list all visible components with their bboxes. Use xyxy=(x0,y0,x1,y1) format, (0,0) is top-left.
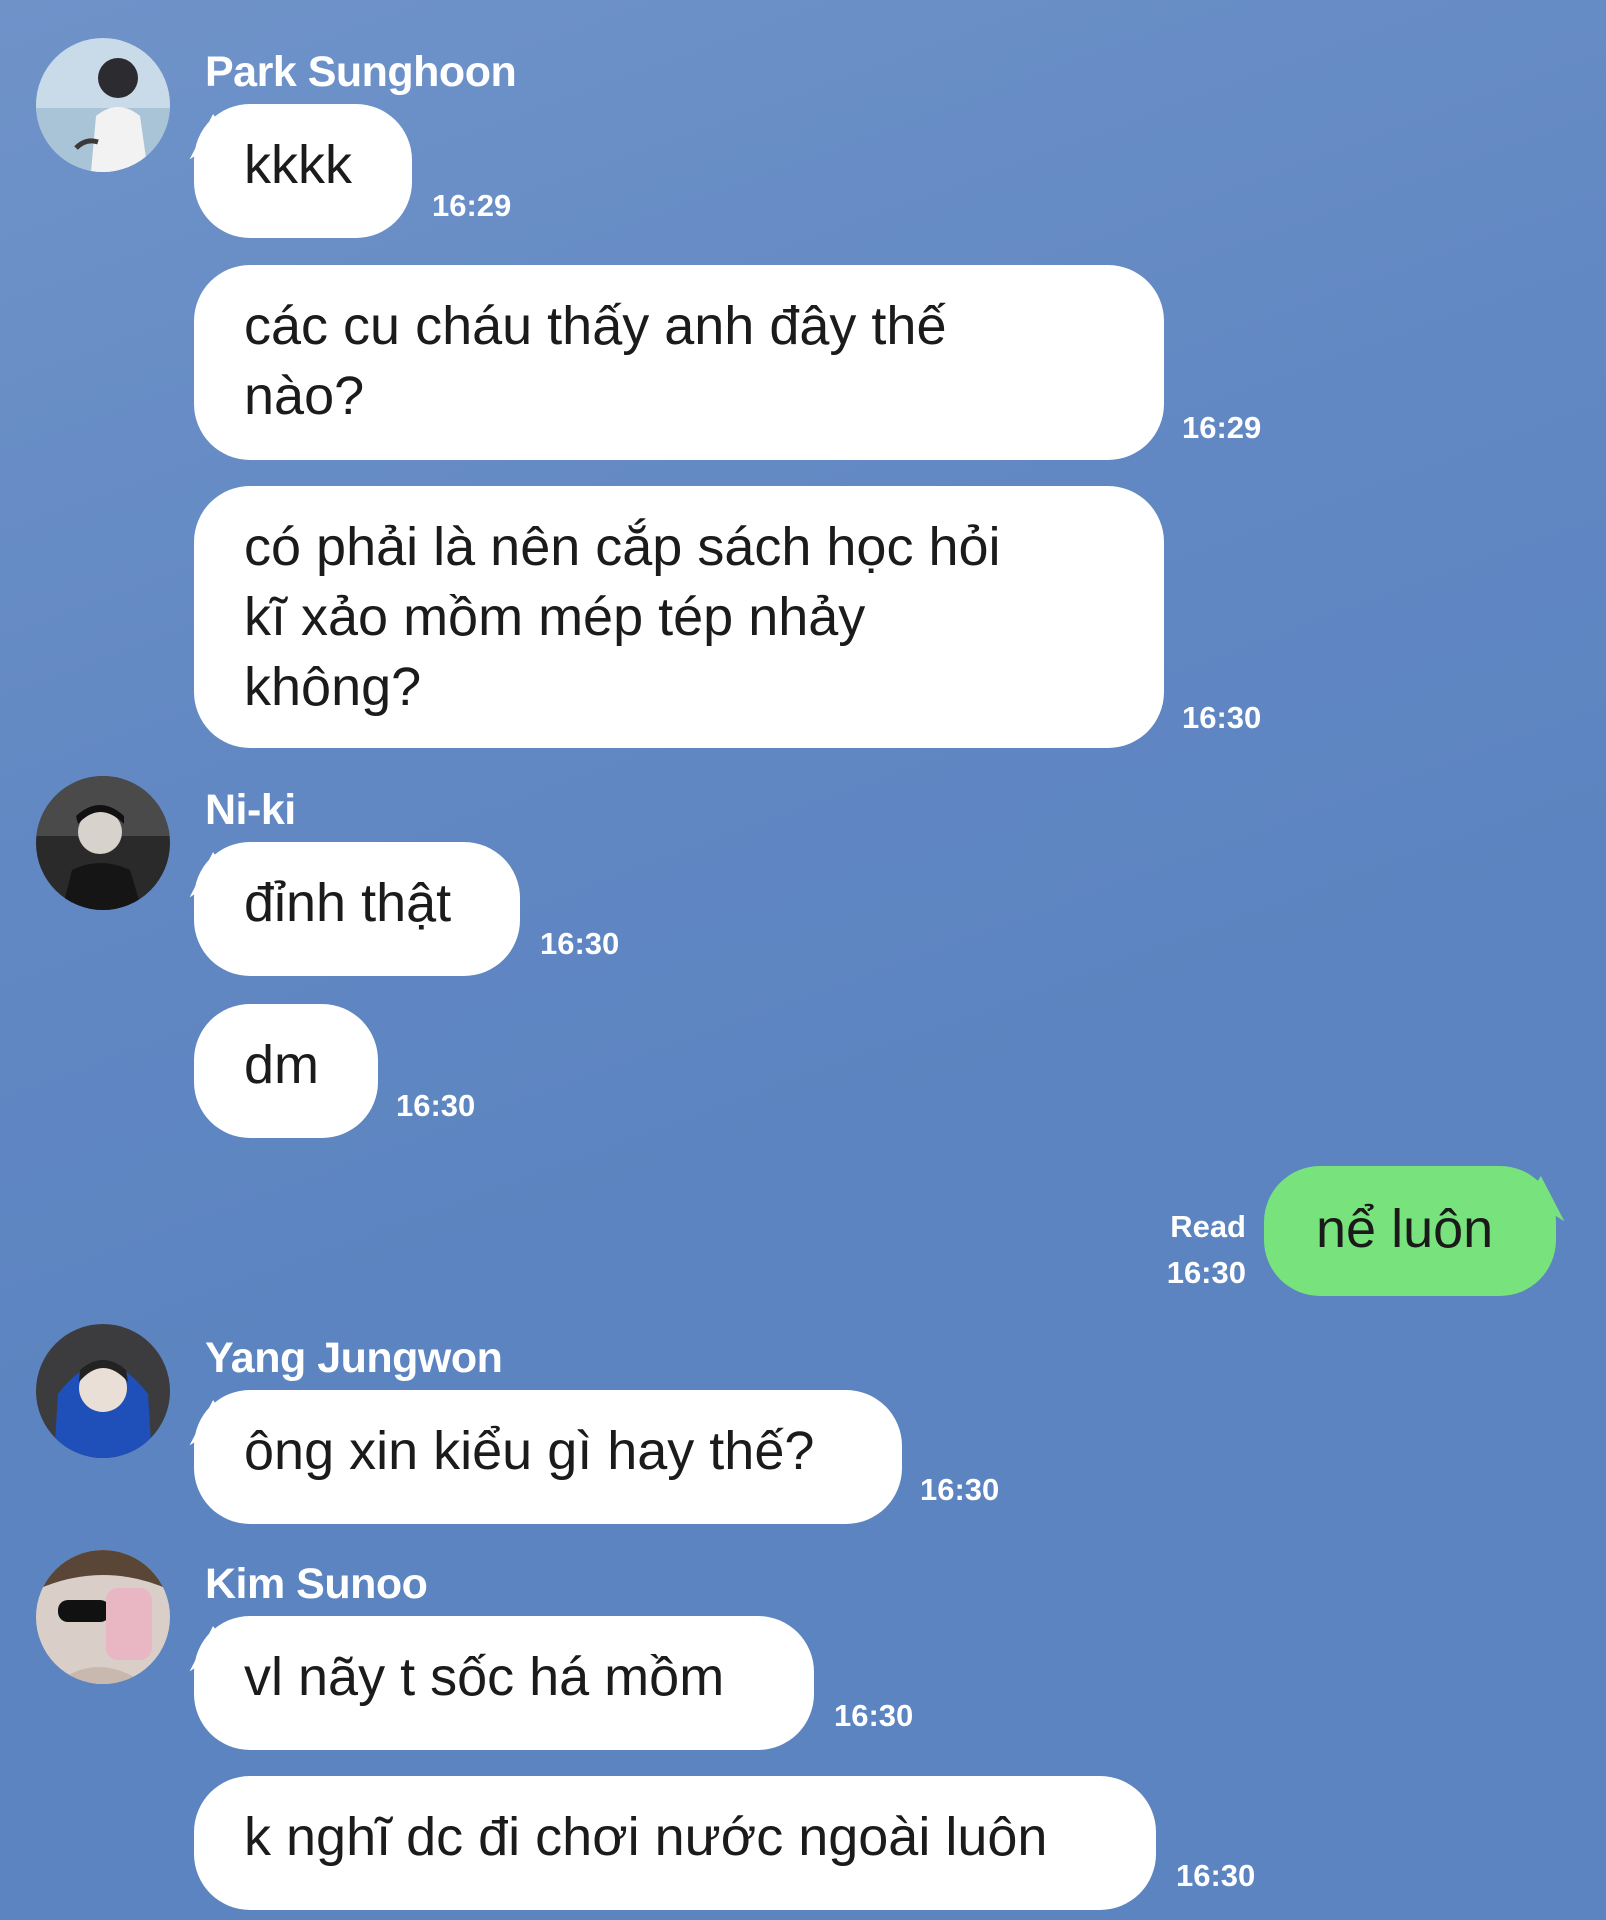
profile-photo-niki-icon xyxy=(36,776,170,910)
message-time: 16:30 xyxy=(396,1088,476,1123)
message-time: 16:30 xyxy=(920,1472,1000,1507)
message-bubble-outgoing[interactable]: nể luôn xyxy=(1264,1166,1556,1296)
message-time: 16:30 xyxy=(1182,700,1262,735)
profile-photo-sunoo-icon xyxy=(36,1550,170,1684)
message-text: nể luôn xyxy=(1316,1199,1494,1259)
avatar-park-sunghoon[interactable] xyxy=(36,38,170,172)
read-status: Read 16:30 xyxy=(1150,1204,1246,1296)
message-bubble[interactable]: có phải là nên cắp sách học hỏi kĩ xảo m… xyxy=(194,486,1164,748)
message-bubble[interactable]: vl nãy t sốc há mồm xyxy=(194,1616,814,1750)
sender-name: Ni-ki xyxy=(205,786,296,834)
message-bubble[interactable]: dm xyxy=(194,1004,378,1138)
message-text: k nghĩ dc đi chơi nước ngoài luôn xyxy=(244,1807,1048,1867)
message-text: kkkk xyxy=(244,135,352,195)
profile-photo-sunghoon-icon xyxy=(36,38,170,172)
sender-name: Kim Sunoo xyxy=(205,1560,428,1608)
chat-view[interactable]: Park Sunghoon kkkk 16:29 các cu cháu thấ… xyxy=(0,0,1606,1920)
message-bubble[interactable]: k nghĩ dc đi chơi nước ngoài luôn xyxy=(194,1776,1156,1910)
profile-photo-jungwon-icon xyxy=(36,1324,170,1458)
message-bubble[interactable]: các cu cháu thấy anh đây thế nào? xyxy=(194,265,1164,460)
message-text: dm xyxy=(244,1035,320,1095)
message-text: vl nãy t sốc há mồm xyxy=(244,1647,725,1707)
message-bubble[interactable]: ông xin kiểu gì hay thế? xyxy=(194,1390,902,1524)
message-time: 16:29 xyxy=(432,188,512,223)
message-time: 16:29 xyxy=(1182,410,1262,445)
message-text: không? xyxy=(244,657,422,717)
message-time: 16:30 xyxy=(834,1698,914,1733)
message-time: 16:30 xyxy=(1166,1255,1246,1290)
message-time: 16:30 xyxy=(540,926,620,961)
message-text: kĩ xảo mồm mép tép nhảy xyxy=(244,587,866,647)
message-text: ông xin kiểu gì hay thế? xyxy=(244,1421,815,1481)
message-text: đỉnh thật xyxy=(244,873,452,933)
message-text: các cu cháu thấy anh đây thế xyxy=(244,296,947,356)
message-bubble[interactable]: đỉnh thật xyxy=(194,842,520,976)
read-receipt: Read xyxy=(1170,1209,1246,1244)
avatar-ni-ki[interactable] xyxy=(36,776,170,910)
message-time: 16:30 xyxy=(1176,1858,1256,1893)
avatar-yang-jungwon[interactable] xyxy=(36,1324,170,1458)
avatar-kim-sunoo[interactable] xyxy=(36,1550,170,1684)
message-text: nào? xyxy=(244,366,365,426)
message-bubble[interactable]: kkkk xyxy=(194,104,412,238)
message-text: có phải là nên cắp sách học hỏi xyxy=(244,517,1001,577)
sender-name: Park Sunghoon xyxy=(205,48,517,96)
sender-name: Yang Jungwon xyxy=(205,1334,503,1382)
